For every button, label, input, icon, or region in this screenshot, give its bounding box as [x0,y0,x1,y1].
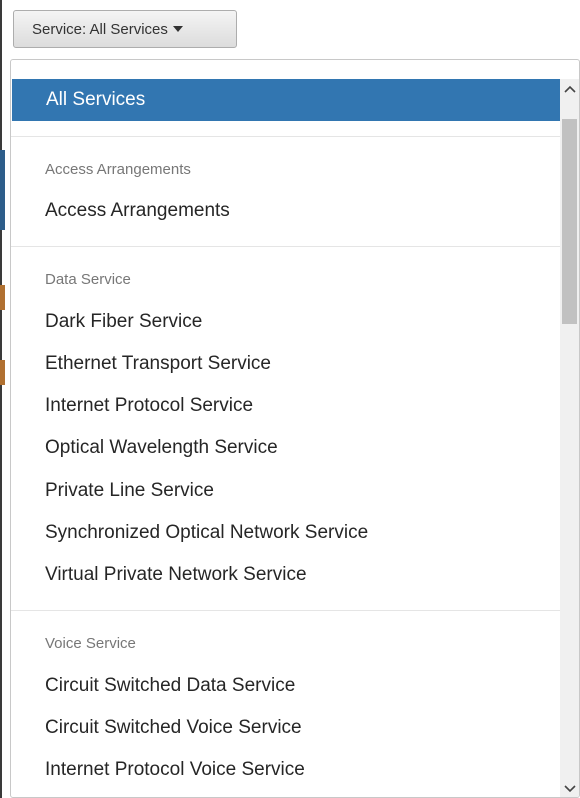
service-filter-dropdown-button[interactable]: Service: All Services [13,10,237,48]
menu-header-data-service: Data Service [45,271,131,288]
scrollbar-thumb[interactable] [562,119,577,324]
menu-divider [11,610,562,611]
window-edge [0,0,2,798]
menu-divider [11,246,562,247]
menu-item-internet-protocol-voice-service[interactable]: Internet Protocol Voice Service [11,755,562,785]
caret-down-icon [172,26,183,32]
menu-divider [11,136,562,137]
background-edge-mark [0,150,5,230]
menu-item-private-line-service[interactable]: Private Line Service [11,476,562,506]
menu-item-circuit-switched-voice-service[interactable]: Circuit Switched Voice Service [11,713,562,743]
menu-header-access-arrangements: Access Arrangements [45,161,191,178]
menu-item-optical-wavelength-service[interactable]: Optical Wavelength Service [11,433,562,463]
menu-item-circuit-switched-data-service[interactable]: Circuit Switched Data Service [11,671,562,701]
menu-item-access-arrangements[interactable]: Access Arrangements [11,196,562,226]
background-edge-mark [0,285,5,310]
menu-header-voice-service: Voice Service [45,635,136,652]
menu-scrollbar[interactable] [560,79,579,797]
menu-item-all-services[interactable]: All Services [12,79,561,121]
background-edge-mark [0,360,5,385]
chevron-down-icon[interactable] [560,779,579,797]
menu-item-dark-fiber-service[interactable]: Dark Fiber Service [11,307,562,337]
menu-item-virtual-private-network-service[interactable]: Virtual Private Network Service [11,560,562,590]
menu-item-synchronized-optical-network-service[interactable]: Synchronized Optical Network Service [11,518,562,548]
chevron-up-icon[interactable] [560,79,579,99]
menu-item-internet-protocol-service[interactable]: Internet Protocol Service [11,391,562,421]
service-filter-label: Service: All Services [32,20,168,38]
menu-item-ethernet-transport-service[interactable]: Ethernet Transport Service [11,349,562,379]
service-dropdown-menu: All Services Access Arrangements Access … [10,59,580,798]
